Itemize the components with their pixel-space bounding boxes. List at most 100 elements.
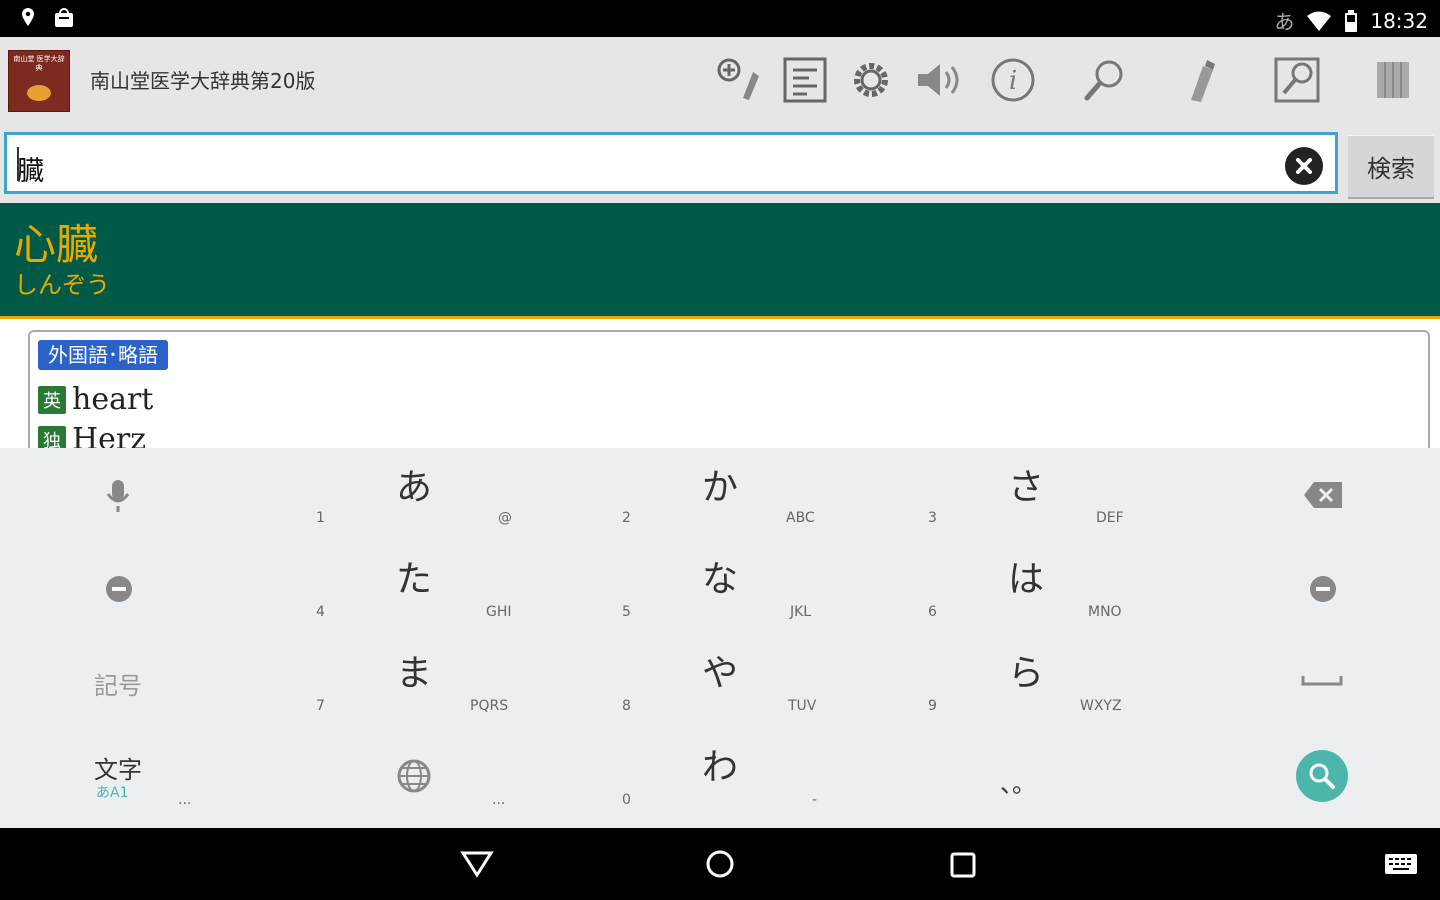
navigation-bar <box>0 828 1440 900</box>
ime-indicator: あ <box>1274 10 1295 34</box>
battery-icon <box>1345 9 1358 32</box>
svg-text:i: i <box>1009 66 1017 96</box>
info-icon: i <box>991 58 1035 102</box>
sub-at: @ <box>498 510 512 526</box>
settings-button[interactable] <box>842 51 900 109</box>
add-bookmark-icon <box>717 58 759 100</box>
keyboard-icon <box>1385 854 1417 874</box>
mode-key-label[interactable]: 文字 <box>94 750 142 785</box>
home-button[interactable] <box>704 848 736 884</box>
sub-def: DEF <box>1096 510 1124 526</box>
key-ta[interactable]: た <box>396 550 432 602</box>
close-icon <box>1296 158 1312 174</box>
num-0: 0 <box>622 792 631 808</box>
globe-icon <box>397 759 431 793</box>
store-icon <box>55 8 73 27</box>
entry-reading: しんぞう <box>14 271 110 299</box>
search-input[interactable]: 臓 <box>4 132 1338 194</box>
space-icon <box>1301 676 1343 686</box>
app-bar: 南山堂 医学大辞典 南山堂医学大辞典第20版 i <box>0 37 1440 125</box>
symbols-key[interactable]: 記号 <box>94 666 142 701</box>
arrow-left-icon <box>106 576 132 602</box>
mic-icon <box>106 480 130 512</box>
punctuation-key[interactable]: 、。 <box>1000 764 1036 799</box>
key-sa[interactable]: さ <box>1008 458 1044 510</box>
dots-mid: ... <box>492 792 506 808</box>
zoom-search-button[interactable] <box>1268 51 1326 109</box>
section-tag: 外国語･略語 <box>38 340 168 370</box>
num-8: 8 <box>622 698 631 714</box>
search-icon <box>1084 60 1123 101</box>
book-button[interactable] <box>1364 51 1422 109</box>
translation-term[interactable]: heart <box>72 382 153 417</box>
back-triangle-icon <box>460 851 494 878</box>
sub-abc: ABC <box>786 510 815 526</box>
info-button[interactable]: i <box>984 51 1042 109</box>
num-5: 5 <box>622 604 631 620</box>
entry-headword: 心臓 <box>14 220 99 269</box>
space-key[interactable] <box>1300 670 1344 692</box>
key-ka[interactable]: か <box>702 458 738 510</box>
list-button[interactable] <box>776 51 834 109</box>
num-4: 4 <box>316 604 325 620</box>
num-6: 6 <box>928 604 937 620</box>
book-icon <box>1377 62 1409 98</box>
cursor-right-key[interactable] <box>1308 574 1338 608</box>
search-button[interactable]: 検索 <box>1348 135 1434 199</box>
key-ha[interactable]: は <box>1008 550 1044 602</box>
backspace-key[interactable] <box>1302 480 1344 514</box>
speaker-button[interactable] <box>908 51 966 109</box>
key-a[interactable]: あ <box>396 458 432 510</box>
entry-header: 心臓 しんぞう <box>0 203 1440 316</box>
recents-square-icon <box>950 852 976 878</box>
num-9: 9 <box>928 698 937 714</box>
marker-button[interactable] <box>1172 51 1230 109</box>
key-ra[interactable]: ら <box>1008 644 1044 696</box>
soft-keyboard: 記号 文字 あA1 ... 1 あ @ 2 か ABC 3 さ DEF 4 た … <box>0 448 1440 828</box>
header-divider <box>0 316 1440 319</box>
num-7: 7 <box>316 698 325 714</box>
text-caret <box>17 147 19 181</box>
back-button[interactable] <box>460 848 494 882</box>
sub-mno: MNO <box>1088 604 1122 620</box>
sub-wxyz: WXYZ <box>1080 698 1122 714</box>
list-icon <box>783 57 827 103</box>
key-ya[interactable]: や <box>702 644 738 696</box>
status-bar: あ 18:32 <box>0 0 1440 37</box>
search-row: 臓 検索 <box>0 125 1440 203</box>
search-enter-key[interactable] <box>1296 750 1348 802</box>
keyboard-switch-button[interactable] <box>1384 852 1418 880</box>
num-1: 1 <box>316 510 325 526</box>
key-wa[interactable]: わ <box>702 738 738 790</box>
location-icon <box>22 8 34 26</box>
recents-button[interactable] <box>948 850 978 884</box>
key-ma[interactable]: ま <box>396 644 432 696</box>
search-tool-button[interactable] <box>1076 51 1134 109</box>
language-key[interactable] <box>396 758 432 798</box>
sub-pqrs: PQRS <box>470 698 509 714</box>
speaker-icon <box>918 64 959 96</box>
cursor-left-key[interactable] <box>104 574 134 608</box>
toolbar: i <box>0 51 1440 109</box>
clear-search-button[interactable] <box>1285 147 1323 185</box>
mic-key[interactable] <box>100 476 136 520</box>
add-bookmark-button[interactable] <box>710 51 768 109</box>
settings-icon <box>854 63 888 97</box>
sub-jkl: JKL <box>790 604 812 620</box>
search-icon <box>1309 763 1335 789</box>
sub-ghi: GHI <box>486 604 512 620</box>
translation-row: 英 heart <box>38 382 153 417</box>
dash-label: - <box>812 792 818 808</box>
marker-icon <box>1191 60 1215 102</box>
dots-left: ... <box>178 792 192 808</box>
num-3: 3 <box>928 510 937 526</box>
home-circle-icon <box>706 850 734 878</box>
arrow-right-icon <box>1310 576 1336 602</box>
search-input-value[interactable]: 臓 <box>17 149 44 188</box>
key-na[interactable]: な <box>702 550 738 602</box>
backspace-icon <box>1304 482 1342 508</box>
wifi-icon <box>1307 11 1332 31</box>
sub-tuv: TUV <box>788 698 817 714</box>
mode-key-sub: あA1 <box>96 785 129 801</box>
zoom-search-icon <box>1274 57 1320 103</box>
